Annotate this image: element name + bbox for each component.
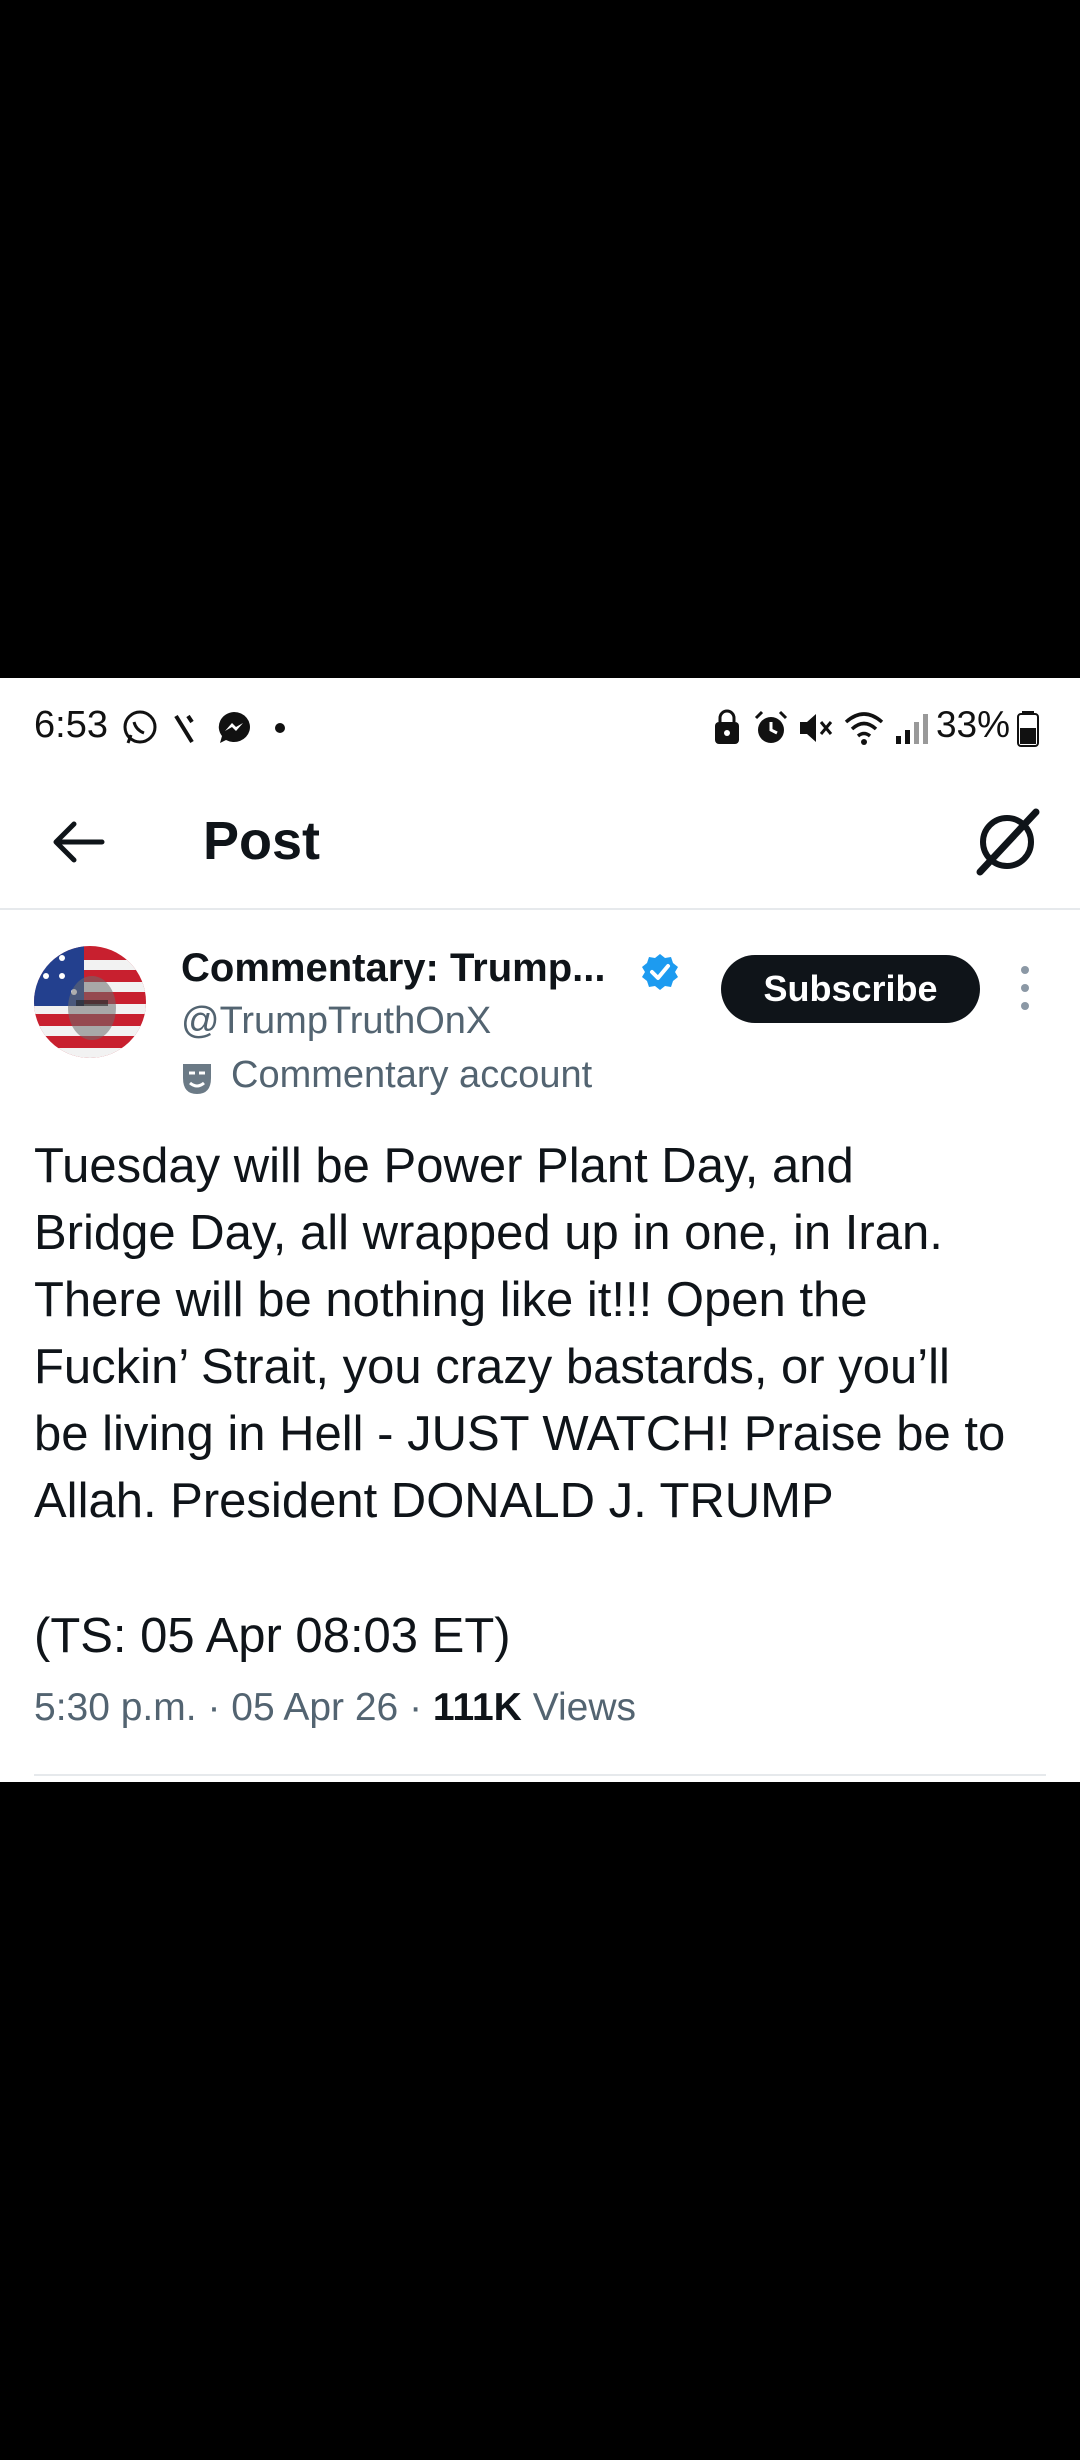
post-body-text: Tuesday will be Power Plant Day, and Bri… xyxy=(34,1139,1006,1528)
meta-separator: · xyxy=(207,1686,232,1729)
back-arrow-icon[interactable] xyxy=(48,812,108,872)
views-count[interactable]: 111K xyxy=(433,1686,522,1729)
app-screen: 6:53 33% Post Commentary: Trump... @Trum… xyxy=(0,678,1080,1782)
post-divider xyxy=(34,1774,1046,1776)
grok-icon[interactable] xyxy=(970,804,1044,878)
subscribe-button[interactable]: Subscribe xyxy=(721,955,980,1023)
post-meta: 5:30 p.m. · 05 Apr 26 · 111K Views xyxy=(34,1686,636,1730)
mute-icon xyxy=(800,714,833,742)
avatar[interactable] xyxy=(34,946,146,1058)
commentary-mask-icon xyxy=(183,1064,211,1094)
more-options-icon[interactable] xyxy=(1010,958,1040,1018)
top-letterbox xyxy=(0,0,1080,678)
post-header: Post xyxy=(0,778,1080,908)
author-display-name[interactable]: Commentary: Trump... xyxy=(181,946,606,991)
signal-icon xyxy=(896,714,928,744)
battery-icon xyxy=(1017,711,1039,747)
avatar-flag-face-image xyxy=(34,946,146,1058)
dot-icon xyxy=(275,723,285,733)
post-date: 05 Apr 26 xyxy=(231,1686,399,1729)
status-time: 6:53 xyxy=(34,704,108,746)
account-type-label: Commentary account xyxy=(231,1054,593,1096)
verified-badge-icon xyxy=(642,954,678,990)
bottom-letterbox xyxy=(0,1782,1080,2460)
page-title: Post xyxy=(203,811,321,871)
header-divider xyxy=(0,908,1080,910)
post-time: 5:30 p.m. xyxy=(34,1686,197,1729)
post-timestamp-note: (TS: 05 Apr 08:03 ET) xyxy=(34,1609,511,1663)
views-label[interactable]: Views xyxy=(533,1686,636,1729)
author-handle[interactable]: @TrumpTruthOnX xyxy=(181,1000,491,1043)
alarm-icon xyxy=(754,710,788,743)
battery-percent: 33% xyxy=(935,704,1010,745)
lock-icon xyxy=(715,709,739,744)
meta-separator: · xyxy=(409,1686,433,1729)
wifi-icon xyxy=(844,712,884,745)
status-bar: 6:53 33% xyxy=(0,678,1080,778)
messenger-icon xyxy=(218,712,250,743)
whatsapp-icon xyxy=(123,710,157,744)
tool-icon xyxy=(174,714,194,744)
